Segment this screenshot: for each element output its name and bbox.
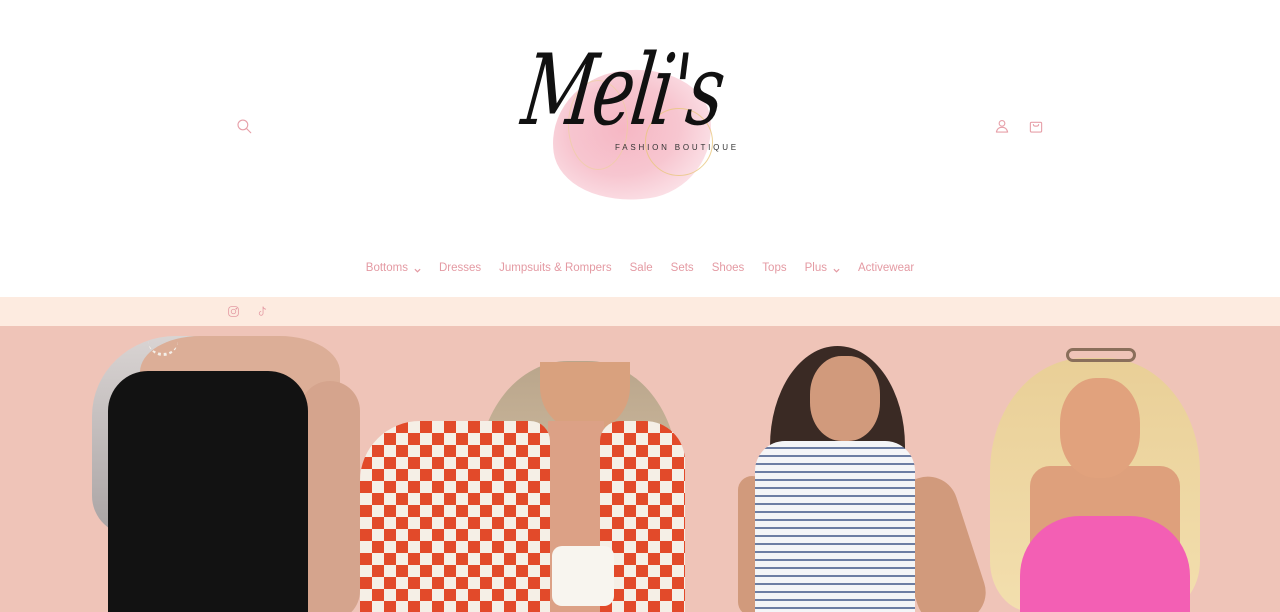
hero-model-3-striped-top (755, 441, 915, 612)
nav-item-sale[interactable]: Sale (621, 262, 662, 274)
nav-item-label: Sets (670, 262, 694, 274)
nav-item-sets[interactable]: Sets (662, 262, 703, 274)
hero-model-4-pink-tank (1020, 516, 1190, 612)
nav-item-label: Bottoms (365, 262, 408, 274)
main-nav: Bottoms Dresses Jumpsuits & Rompers Sale… (0, 257, 1280, 279)
store-logo[interactable]: Meli's FASHION BOUTIQUE (516, 34, 760, 211)
chevron-down-icon (833, 265, 840, 273)
instagram-icon[interactable] (225, 303, 241, 319)
hero-model-4-face (1060, 378, 1140, 478)
nav-item-label: Dresses (438, 262, 482, 274)
logo-script-text: Meli's (516, 34, 729, 148)
nav-item-label: Plus (804, 262, 827, 274)
nav-item-label: Tops (762, 262, 787, 274)
nav-item-shoes[interactable]: Shoes (703, 262, 754, 274)
hero-banner[interactable] (0, 326, 1280, 612)
hero-model-1-black-tank (108, 371, 308, 612)
logo-subtitle: FASHION BOUTIQUE (615, 143, 739, 152)
nav-item-label: Jumpsuits & Rompers (499, 262, 612, 274)
nav-item-plus[interactable]: Plus (796, 262, 849, 274)
tiktok-icon[interactable] (254, 303, 270, 319)
account-icon[interactable] (990, 114, 1014, 138)
cart-icon[interactable] (1024, 114, 1048, 138)
nav-item-jumpsuits-rompers[interactable]: Jumpsuits & Rompers (490, 262, 620, 274)
hero-model-2-checkered-shirt (360, 421, 550, 612)
nav-item-tops[interactable]: Tops (753, 262, 795, 274)
hero-model-4-sunglasses (1066, 348, 1136, 362)
site-header: Meli's FASHION BOUTIQUE (0, 0, 1280, 245)
nav-item-bottoms[interactable]: Bottoms (357, 262, 430, 274)
hero-model-2-white-top (552, 546, 614, 606)
nav-item-dresses[interactable]: Dresses (430, 262, 490, 274)
nav-item-label: Activewear (857, 262, 915, 274)
social-bar (0, 297, 1280, 326)
hero-model-3-face (810, 356, 880, 441)
hero-model-1-arm (300, 381, 360, 612)
chevron-down-icon (414, 265, 421, 273)
nav-item-activewear[interactable]: Activewear (849, 262, 923, 274)
search-icon[interactable] (232, 114, 256, 138)
nav-item-label: Shoes (711, 262, 745, 274)
nav-item-label: Sale (629, 262, 653, 274)
